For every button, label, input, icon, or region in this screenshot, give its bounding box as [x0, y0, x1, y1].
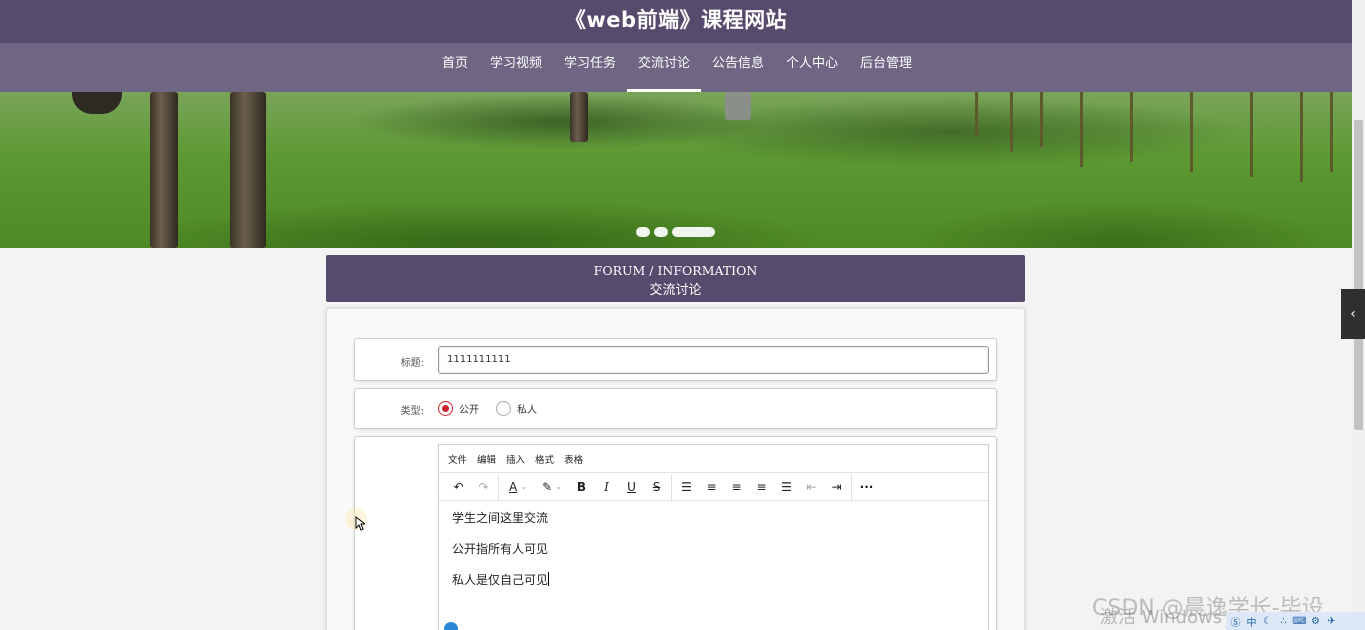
title-input[interactable]: 1111111111 [438, 346, 989, 374]
nav-items: 首页 学习视频 学习任务 交流讨论 公告信息 个人中心 后台管理 [0, 43, 1352, 92]
chevron-left-icon: ‹ [1350, 306, 1356, 322]
editor-paragraph: 学生之间这里交流 [452, 511, 549, 525]
editor-paragraph: 私人是仅自己可见 [452, 572, 975, 589]
underline-icon[interactable]: U [619, 476, 644, 498]
type-label: 类型: [400, 406, 424, 417]
main-nav: 首页 学习视频 学习任务 交流讨论 公告信息 个人中心 后台管理 [0, 43, 1352, 92]
carousel-dot[interactable] [654, 227, 668, 237]
indent-icon[interactable]: ⇥ [824, 476, 849, 498]
type-row: 类型: 公开 私人 [354, 388, 997, 429]
nav-item[interactable]: 交流讨论 [626, 43, 702, 92]
editor-menubar: 文件 编辑 插入 格式 表格 [439, 445, 988, 473]
bamboo [1040, 92, 1043, 147]
strikethrough-icon[interactable]: S [644, 476, 669, 498]
rich-text-editor: 文件 编辑 插入 格式 表格 ↶ ↷ A ⌄ ✎ ⌄ B I U S ☰ ≡ ≡ ≡ ☰ ⇤… [438, 444, 989, 630]
tree-trunk [150, 92, 178, 248]
s-icon[interactable]: Ⓢ [1229, 615, 1242, 629]
radio-private[interactable] [496, 401, 511, 416]
resize-handle[interactable] [444, 622, 458, 630]
nav-item[interactable]: 个人中心 [775, 43, 849, 92]
shirt-icon[interactable]: ✈ [1325, 615, 1338, 628]
tree-trunk [570, 92, 588, 142]
undo-icon[interactable]: ↶ [446, 476, 471, 498]
align-center-icon[interactable]: ≡ [724, 476, 749, 498]
nav-item[interactable]: 首页 [431, 43, 479, 92]
carousel-dot[interactable] [636, 227, 650, 237]
align-right-icon[interactable]: ≡ [749, 476, 774, 498]
dots-icon[interactable]: ∴ [1277, 615, 1290, 628]
align-justify-icon[interactable]: ☰ [774, 476, 799, 498]
editor-toolbar: ↶ ↷ A ⌄ ✎ ⌄ B I U S ☰ ≡ ≡ ≡ ☰ ⇤ ⇥ ··· [439, 473, 988, 501]
carousel-dot[interactable] [672, 227, 715, 237]
outdent-icon[interactable]: ⇤ [799, 476, 824, 498]
editor-content[interactable]: 学生之间这里交流 公开指所有人可见 私人是仅自己可见 [439, 501, 988, 612]
text-color-icon[interactable]: A ⌄ [501, 476, 535, 498]
redo-icon[interactable]: ↷ [471, 476, 496, 498]
editor-menu-item[interactable]: 编辑 [477, 452, 496, 466]
title-label: 标题: [400, 358, 424, 369]
highlight-color-icon[interactable]: ✎ ⌄ [535, 476, 569, 498]
editor-menu-item[interactable]: 插入 [506, 452, 525, 466]
title-row: 标题: 1111111111 [354, 338, 997, 381]
section-title-en: FORUM / INFORMATION [593, 263, 758, 278]
tree-trunk [230, 92, 266, 248]
line-height-icon[interactable]: ☰ [674, 476, 699, 498]
bamboo [1190, 92, 1193, 172]
editor-menu-item[interactable]: 文件 [448, 452, 467, 466]
nav-item[interactable]: 公告信息 [701, 43, 775, 92]
carousel-dots [636, 227, 715, 237]
editor-menu-item[interactable]: 格式 [535, 452, 554, 466]
moon-icon[interactable]: ☾ [1261, 615, 1274, 628]
bamboo [1010, 92, 1013, 152]
zhong-icon[interactable]: 中 [1245, 615, 1258, 629]
keyboard-icon[interactable]: ⌨ [1292, 615, 1306, 628]
radio-public[interactable] [438, 401, 453, 416]
radio-private-label[interactable]: 私人 [517, 401, 537, 416]
bamboo [1300, 92, 1303, 182]
ime-tray: Ⓢ 中 ☾ ∴ ⌨ ⚙ ✈ [1226, 612, 1365, 630]
scrollbar-thumb[interactable] [1354, 120, 1363, 430]
side-panel-toggle[interactable]: ‹ [1341, 289, 1365, 339]
section-title-cn: 交流讨论 [649, 283, 702, 298]
bold-icon[interactable]: B [569, 476, 594, 498]
nav-item[interactable]: 学习任务 [553, 43, 627, 92]
bamboo [1130, 92, 1133, 162]
hero-banner [0, 92, 1352, 248]
toolbar-divider [671, 473, 672, 500]
toolbar-divider [851, 473, 852, 500]
content-row: 文件 编辑 插入 格式 表格 ↶ ↷ A ⌄ ✎ ⌄ B I U S ☰ ≡ ≡ ≡ ☰ ⇤… [354, 436, 997, 630]
post [725, 92, 751, 120]
section-header: FORUM / INFORMATION 交流讨论 [326, 255, 1025, 302]
radio-public-label[interactable]: 公开 [459, 401, 479, 416]
editor-paragraph: 公开指所有人可见 [452, 542, 549, 556]
bamboo [1250, 92, 1253, 177]
mouse-cursor-icon [355, 516, 365, 531]
bamboo [975, 92, 978, 136]
editor-paragraph-text: 私人是仅自己可见 [452, 573, 549, 587]
bamboo [1080, 92, 1083, 167]
tree-trunk [72, 92, 122, 114]
italic-icon[interactable]: I [594, 476, 619, 498]
type-radio-group: 公开 私人 [438, 401, 554, 416]
editor-menu-item[interactable]: 表格 [564, 452, 583, 466]
gear-icon[interactable]: ⚙ [1309, 615, 1322, 628]
more-icon[interactable]: ··· [854, 476, 879, 498]
align-left-icon[interactable]: ≡ [699, 476, 724, 498]
nav-item[interactable]: 后台管理 [849, 43, 923, 92]
toolbar-divider [498, 473, 499, 500]
site-title: 《web前端》课程网站 [564, 8, 788, 32]
text-caret [548, 572, 550, 586]
nav-item[interactable]: 学习视频 [479, 43, 553, 92]
bamboo [1330, 92, 1333, 172]
top-header: 《web前端》课程网站 [0, 0, 1352, 43]
